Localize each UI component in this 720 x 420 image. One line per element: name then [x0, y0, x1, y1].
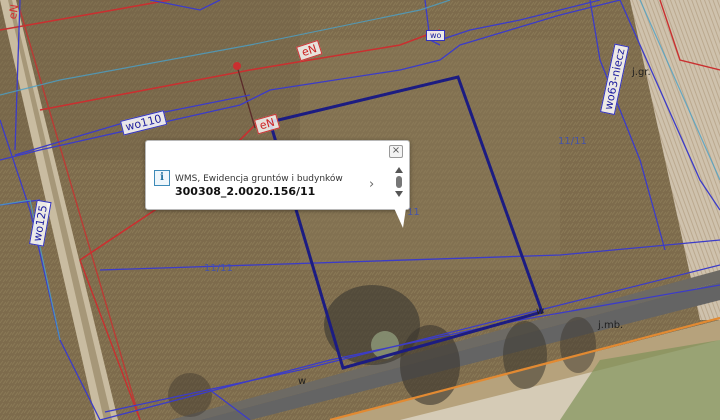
- scroll-down-icon[interactable]: [395, 191, 403, 197]
- popup-scrollbar[interactable]: [392, 165, 406, 205]
- map-label-en: eN: [6, 3, 22, 21]
- next-result-button[interactable]: ›: [369, 177, 374, 192]
- popup-pointer: [394, 208, 406, 228]
- map-label-wo: wo: [426, 30, 446, 41]
- parcel-number-label: 11/11: [204, 263, 233, 274]
- map-label-w: w: [298, 376, 307, 387]
- map-label-w: w: [536, 306, 545, 317]
- feature-info-popup: × i WMS, Ewidencja gruntów i budynków 30…: [145, 140, 410, 228]
- parcel-number-label: 11/11: [558, 136, 587, 147]
- info-icon: i: [154, 170, 170, 186]
- map-view[interactable]: eN eN eN wo110 wo125 wo63-niecz j.gr. j.…: [0, 0, 720, 420]
- map-label-jmb: j.mb.: [598, 320, 624, 331]
- parcel-id: 300308_2.0020.156/11: [175, 185, 316, 198]
- map-label-jgr: j.gr.: [632, 67, 651, 78]
- scroll-up-icon[interactable]: [395, 167, 403, 173]
- layer-name: WMS, Ewidencja gruntów i budynków: [175, 174, 343, 184]
- scroll-thumb[interactable]: [396, 176, 402, 188]
- close-button[interactable]: ×: [389, 145, 403, 158]
